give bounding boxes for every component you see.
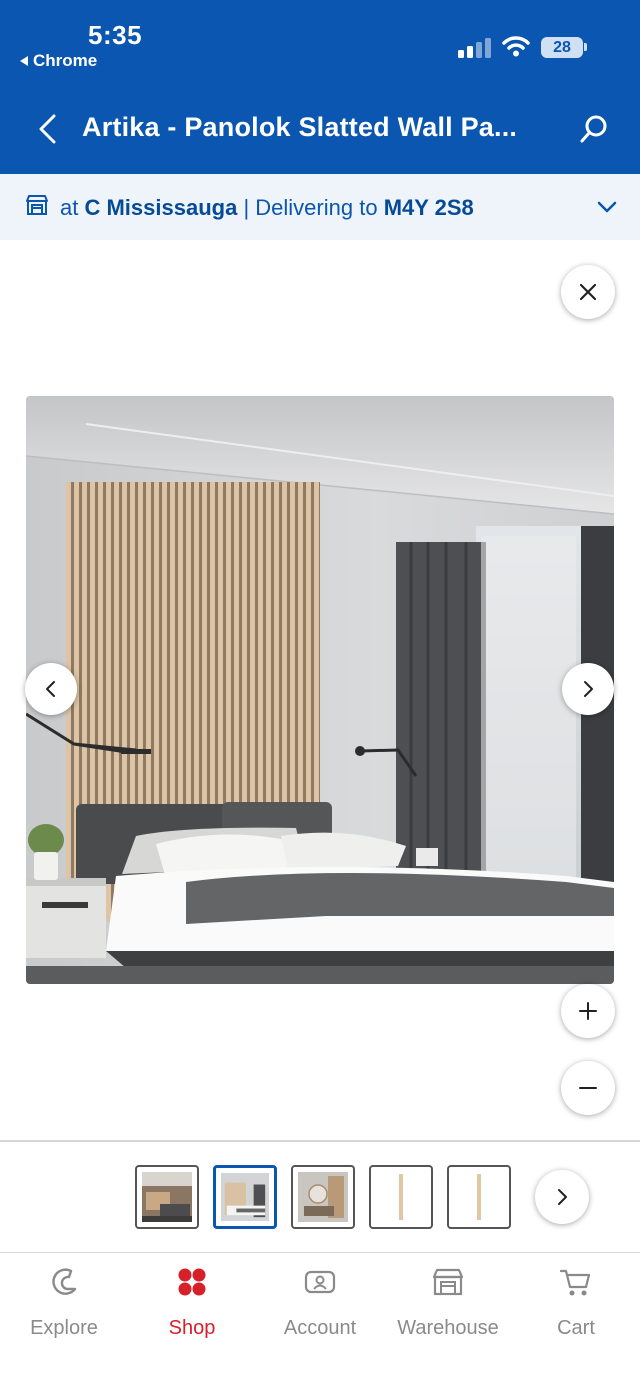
- thumbnail-4[interactable]: [369, 1165, 433, 1229]
- cart-icon: [559, 1269, 591, 1296]
- tab-warehouse[interactable]: Warehouse: [384, 1253, 512, 1353]
- product-image-viewer-screen: 5:35 Chrome 28 Artika - Panolok Slatted …: [0, 0, 640, 1388]
- cellular-signal-icon: [458, 38, 491, 58]
- search-icon[interactable]: [578, 113, 610, 145]
- zoom-out-button[interactable]: [561, 1061, 615, 1115]
- page-title: Artika - Panolok Slatted Wall Pa...: [82, 112, 518, 142]
- back-chevron-icon[interactable]: [36, 113, 58, 145]
- thumbnail-2[interactable]: [213, 1165, 277, 1229]
- tab-shop-label: Shop: [168, 1317, 216, 1339]
- thumbnail-image: [399, 1174, 403, 1220]
- thumbnail-1[interactable]: [135, 1165, 199, 1229]
- account-icon: [304, 1270, 336, 1294]
- product-photo: [26, 396, 614, 984]
- store-prefix: at: [60, 195, 79, 220]
- chevron-down-icon[interactable]: [596, 199, 618, 215]
- chevron-right-icon: [584, 681, 593, 697]
- shop-icon: [178, 1268, 206, 1296]
- wifi-icon: [502, 36, 530, 57]
- bottom-tab-bar: Explore Shop Account Warehouse Cart: [0, 1252, 640, 1388]
- next-image-button[interactable]: [562, 663, 614, 715]
- tab-explore-label: Explore: [30, 1317, 98, 1339]
- battery-tip: [584, 43, 587, 51]
- status-time: 5:35: [88, 20, 143, 50]
- thumbnails-next-button[interactable]: [535, 1170, 589, 1224]
- top-bar: 5:35 Chrome 28 Artika - Panolok Slatted …: [0, 0, 640, 174]
- close-icon: [579, 283, 597, 301]
- zoom-in-button[interactable]: [561, 984, 615, 1038]
- tab-shop[interactable]: Shop: [128, 1253, 256, 1353]
- store-icon: [26, 195, 48, 215]
- store-delivery-text: at C Mississauga | Delivering to M4Y 2S8: [60, 195, 474, 221]
- tab-cart[interactable]: Cart: [512, 1253, 640, 1353]
- thumbnail-image: [221, 1173, 269, 1221]
- explore-icon: [52, 1268, 77, 1295]
- previous-image-button[interactable]: [25, 663, 77, 715]
- tab-explore[interactable]: Explore: [0, 1253, 128, 1353]
- postal-code: M4Y 2S8: [383, 195, 474, 220]
- back-to-app-link[interactable]: Chrome: [20, 51, 97, 71]
- thumbnail-image: [298, 1172, 348, 1222]
- chevron-right-icon: [558, 1189, 567, 1205]
- delivering-to-label: | Delivering to: [243, 195, 378, 220]
- thumbnail-5[interactable]: [447, 1165, 511, 1229]
- tab-account[interactable]: Account: [256, 1253, 384, 1353]
- store-name: C Mississauga: [84, 195, 238, 220]
- divider: [0, 1140, 640, 1142]
- close-viewer-button[interactable]: [561, 265, 615, 319]
- tab-account-label: Account: [283, 1317, 357, 1339]
- tab-cart-label: Cart: [557, 1317, 595, 1339]
- back-triangle-icon: [20, 56, 28, 66]
- thumbnail-image: [142, 1172, 192, 1222]
- warehouse-icon: [432, 1268, 464, 1296]
- tab-warehouse-label: Warehouse: [397, 1317, 499, 1339]
- plus-icon: [579, 1002, 597, 1020]
- chevron-left-icon: [46, 681, 55, 697]
- battery-indicator: 28: [541, 37, 583, 58]
- back-app-label: Chrome: [33, 51, 98, 70]
- thumbnail-image: [477, 1174, 481, 1220]
- thumbnail-3[interactable]: [291, 1165, 355, 1229]
- minus-icon: [579, 1087, 597, 1089]
